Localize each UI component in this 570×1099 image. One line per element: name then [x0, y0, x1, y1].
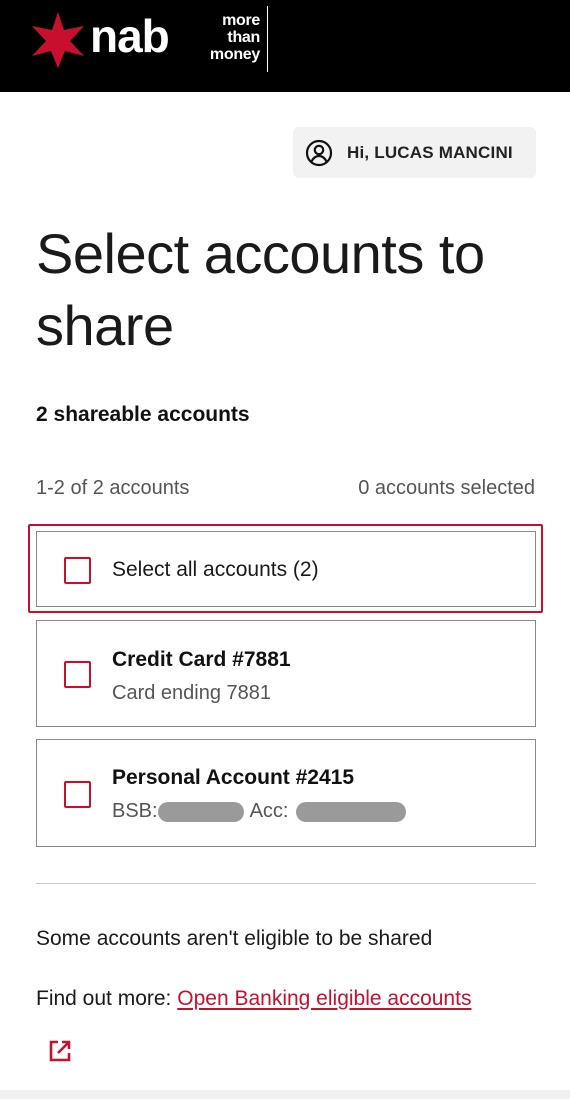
brand-tagline: more than money: [209, 12, 260, 63]
page-title: Select accounts to share: [36, 222, 485, 357]
find-more-prefix: Find out more:: [36, 987, 172, 1010]
external-link-icon[interactable]: [47, 1038, 73, 1064]
nab-star-logo-icon: [32, 12, 84, 68]
bsb-redacted: [157, 801, 244, 822]
shareable-count: 2 shareable accounts: [36, 403, 250, 426]
account-option-credit-card[interactable]: Credit Card #7881 Card ending 7881: [36, 620, 536, 727]
acc-label: Acc:: [249, 800, 289, 822]
user-greeting: Hi, LUCAS MANCINI: [347, 142, 513, 162]
user-menu-button[interactable]: Hi, LUCAS MANCINI: [293, 127, 536, 178]
app-header: nab more than money: [0, 0, 570, 92]
account-option-personal[interactable]: Personal Account #2415 BSB: Acc:: [36, 739, 536, 847]
account-checkbox[interactable]: [64, 781, 91, 808]
bottom-band: [0, 1090, 570, 1099]
results-range: 1-2 of 2 accounts: [36, 477, 190, 499]
bsb-label: BSB:: [112, 800, 158, 822]
section-divider: [36, 883, 536, 884]
selected-count: 0 accounts selected: [358, 477, 535, 499]
nab-wordmark: nab: [90, 10, 170, 62]
select-all-option[interactable]: Select all accounts (2): [36, 531, 536, 607]
account-title: Personal Account #2415: [112, 766, 354, 789]
account-title: Credit Card #7881: [112, 648, 291, 671]
select-all-checkbox[interactable]: [64, 557, 91, 584]
select-all-label: Select all accounts (2): [112, 558, 319, 581]
account-details: BSB: Acc:: [112, 800, 407, 823]
eligible-accounts-link[interactable]: Open Banking eligible accounts: [177, 987, 471, 1010]
account-subtitle: Card ending 7881: [112, 682, 272, 704]
user-circle-icon: [305, 139, 333, 166]
ineligible-note: Some accounts aren't eligible to be shar…: [36, 927, 433, 950]
account-checkbox[interactable]: [64, 661, 91, 688]
find-more-text: Find out more: Open Banking eligible acc…: [36, 987, 471, 1011]
logo-divider: [267, 6, 268, 72]
account-number-redacted: [296, 801, 407, 822]
